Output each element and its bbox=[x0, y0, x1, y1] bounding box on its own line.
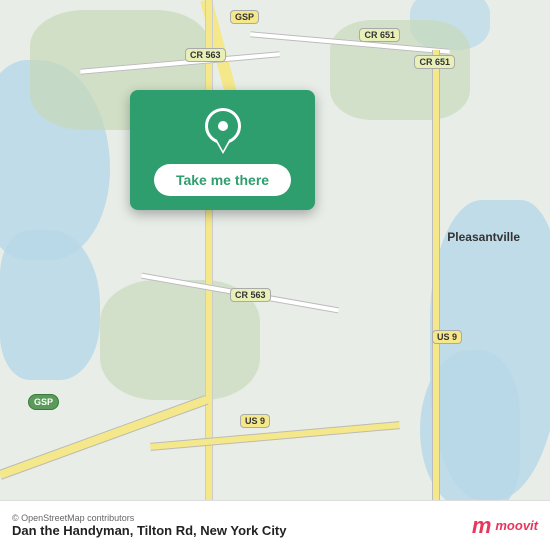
pleasantville-label: Pleasantville bbox=[447, 230, 520, 244]
moovit-logo[interactable]: m moovit bbox=[472, 515, 538, 537]
road-vertical-main bbox=[205, 0, 213, 500]
cr563-badge-mid: CR 563 bbox=[230, 288, 271, 302]
map-container: CR 563 CR 563 CR 651 CR 651 GSP GSP GSP … bbox=[0, 0, 550, 500]
gsp-badge-bottom: GSP bbox=[28, 394, 59, 410]
cr651-badge-1: CR 651 bbox=[359, 28, 400, 42]
road-us9-vertical bbox=[432, 50, 440, 500]
us9-badge-1: US 9 bbox=[240, 414, 270, 428]
us9-badge-2: US 9 bbox=[432, 330, 462, 344]
footer: © OpenStreetMap contributors Dan the Han… bbox=[0, 500, 550, 550]
cr563-badge-top: CR 563 bbox=[185, 48, 226, 62]
pin-tail-inner bbox=[217, 140, 229, 151]
location-title: Dan the Handyman, Tilton Rd, New York Ci… bbox=[12, 523, 287, 538]
pin-circle bbox=[205, 108, 241, 144]
cr651-badge-2: CR 651 bbox=[414, 55, 455, 69]
take-me-there-button[interactable]: Take me there bbox=[154, 164, 291, 196]
moovit-m-letter: m bbox=[472, 515, 492, 537]
osm-attribution: © OpenStreetMap contributors bbox=[12, 513, 287, 523]
location-pin bbox=[205, 108, 241, 152]
moovit-wordmark: moovit bbox=[495, 518, 538, 533]
water-body-left2 bbox=[0, 230, 100, 380]
map-popup: Take me there bbox=[130, 90, 315, 210]
pin-dot bbox=[218, 121, 228, 131]
gsp-badge-top: GSP bbox=[230, 10, 259, 24]
green-area-3 bbox=[330, 20, 470, 120]
footer-left: © OpenStreetMap contributors Dan the Han… bbox=[12, 513, 287, 538]
